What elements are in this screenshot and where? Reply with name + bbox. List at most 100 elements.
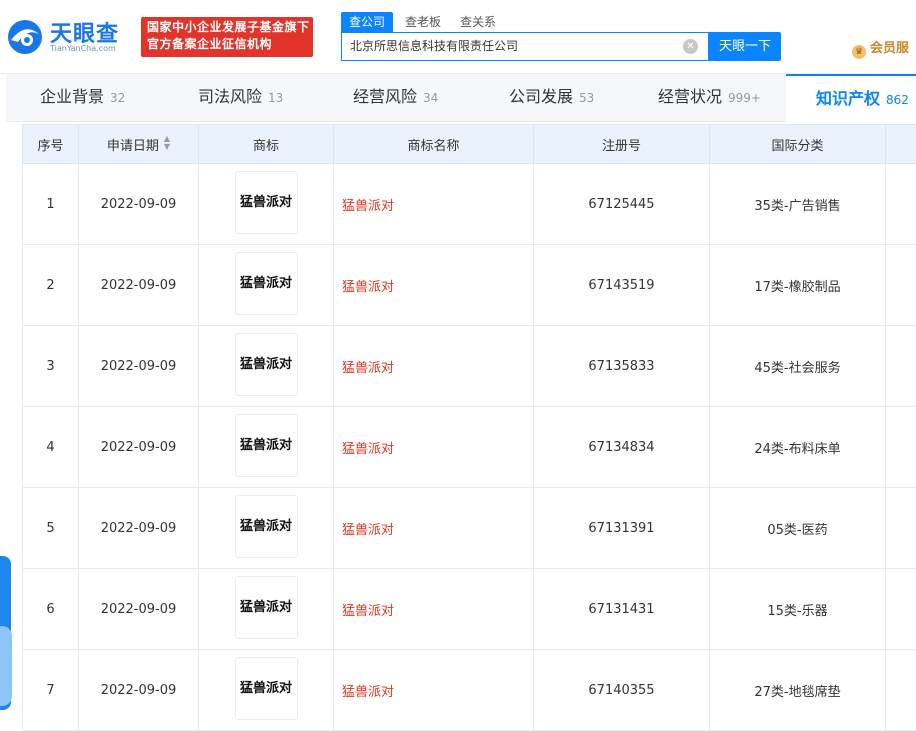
cell-apply-date: 2022-09-09 xyxy=(78,568,199,650)
cell-index: 5 xyxy=(22,487,79,569)
trademark-logo-image[interactable]: 猛兽派对 xyxy=(234,575,298,639)
floating-assistant-icon[interactable] xyxy=(0,626,12,706)
header-apply-date-label: 申请日期 xyxy=(106,138,159,154)
table-row: 3 2022-09-09 猛兽派对 猛兽派对 67135833 45类-社会服务 xyxy=(22,325,916,407)
cell-reg-number: 67143519 xyxy=(533,244,710,326)
cell-intl-class: 24类-布料床单 xyxy=(709,406,886,488)
search-tab-boss[interactable]: 查老板 xyxy=(405,12,441,32)
trademark-logo-image[interactable]: 猛兽派对 xyxy=(234,332,298,396)
header-apply-date[interactable]: 申请日期 ▲ ▼ xyxy=(78,124,199,164)
table-row: 7 2022-09-09 猛兽派对 猛兽派对 67140355 27类-地毯席垫 xyxy=(22,649,916,731)
trademark-name-link[interactable]: 猛兽派对 xyxy=(333,487,534,569)
tab-label: 知识产权 xyxy=(816,89,881,108)
cell-index: 6 xyxy=(22,568,79,650)
header-extra xyxy=(885,124,916,164)
cell-extra xyxy=(885,244,916,326)
trademark-name-link[interactable]: 猛兽派对 xyxy=(333,244,534,326)
cell-extra xyxy=(885,649,916,731)
header-intl-class: 国际分类 xyxy=(709,124,886,164)
tab-count: 53 xyxy=(579,91,595,105)
tab-count: 13 xyxy=(268,91,284,105)
floating-service-tab[interactable] xyxy=(0,556,12,710)
section-nav: 企业背景 32 司法风险 13 经营风险 34 公司发展 53 经营状况 999+ 知识产… xyxy=(6,74,916,122)
cell-extra xyxy=(885,325,916,407)
tab-business-status[interactable]: 经营状况 999+ xyxy=(658,74,761,122)
trademark-logo-image[interactable]: 猛兽派对 xyxy=(234,251,298,315)
cell-reg-number: 67125445 xyxy=(533,163,710,245)
tab-count: 999+ xyxy=(728,91,761,105)
trademark-name-link[interactable]: 猛兽派对 xyxy=(333,406,534,488)
cell-apply-date: 2022-09-09 xyxy=(78,163,199,245)
cell-apply-date: 2022-09-09 xyxy=(78,325,199,407)
cell-reg-number: 67140355 xyxy=(533,649,710,731)
tab-operating-risk[interactable]: 经营风险 34 xyxy=(353,74,438,122)
table-row: 6 2022-09-09 猛兽派对 猛兽派对 67131431 15类-乐器 xyxy=(22,568,916,650)
clear-icon[interactable]: ✕ xyxy=(683,39,698,54)
search-tab-relation[interactable]: 查关系 xyxy=(460,12,496,32)
cell-index: 4 xyxy=(22,406,79,488)
badge-line-2: 官方备案企业征信机构 xyxy=(147,37,273,51)
cell-intl-class: 27类-地毯席垫 xyxy=(709,649,886,731)
trademark-logo-image[interactable]: 猛兽派对 xyxy=(234,494,298,558)
cell-extra xyxy=(885,487,916,569)
table-row: 5 2022-09-09 猛兽派对 猛兽派对 67131391 05类-医药 xyxy=(22,487,916,569)
cell-intl-class: 17类-橡胶制品 xyxy=(709,244,886,326)
trademark-name-link[interactable]: 猛兽派对 xyxy=(333,163,534,245)
cell-trademark-image: 猛兽派对 xyxy=(198,325,334,407)
tianyancha-logo[interactable]: 天眼查 TianYanCha.com xyxy=(6,14,132,58)
trademark-name-link[interactable]: 猛兽派对 xyxy=(333,568,534,650)
badge-line-1: 国家中小企业发展子基金旗下 xyxy=(147,20,310,34)
trademark-table: 序号 申请日期▲ ▼ 商标 商标名称 注册号 国际分类 1 2022-09-09 猛兽… xyxy=(22,124,916,731)
tab-count: 862 xyxy=(886,93,909,107)
search-button[interactable]: 天眼一下 xyxy=(709,32,781,61)
cell-trademark-image: 猛兽派对 xyxy=(198,406,334,488)
cell-extra xyxy=(885,163,916,245)
cell-index: 3 xyxy=(22,325,79,407)
tab-company-background[interactable]: 企业背景 32 xyxy=(40,74,125,122)
trademark-name-link[interactable]: 猛兽派对 xyxy=(333,325,534,407)
cell-reg-number: 67131431 xyxy=(533,568,710,650)
cell-reg-number: 67135833 xyxy=(533,325,710,407)
top-header: 天眼查 TianYanCha.com 国家中小企业发展子基金旗下 官方备案企业征… xyxy=(0,0,916,74)
tab-count: 32 xyxy=(110,91,126,105)
tab-company-development[interactable]: 公司发展 53 xyxy=(509,74,594,122)
table-row: 2 2022-09-09 猛兽派对 猛兽派对 67143519 17类-橡胶制品 xyxy=(22,244,916,326)
header-trademark: 商标 xyxy=(198,124,334,164)
cell-apply-date: 2022-09-09 xyxy=(78,649,199,731)
search-input[interactable]: 北京所思信息科技有限责任公司 ✕ xyxy=(341,32,709,61)
logo-domain: TianYanCha.com xyxy=(50,44,116,53)
trademark-logo-image[interactable]: 猛兽派对 xyxy=(234,413,298,477)
cell-index: 1 xyxy=(22,163,79,245)
vip-service-link[interactable]: ♛ 会员服 xyxy=(852,37,910,59)
tab-label: 经营风险 xyxy=(353,87,418,106)
cell-trademark-image: 猛兽派对 xyxy=(198,244,334,326)
cell-trademark-image: 猛兽派对 xyxy=(198,568,334,650)
table-row: 4 2022-09-09 猛兽派对 猛兽派对 67134834 24类-布料床单 xyxy=(22,406,916,488)
cell-intl-class: 35类-广告销售 xyxy=(709,163,886,245)
trademark-table-container: 序号 申请日期▲ ▼ 商标 商标名称 注册号 国际分类 1 2022-09-09 猛兽… xyxy=(22,124,916,731)
sort-icon[interactable]: ▲ ▼ xyxy=(164,134,170,151)
search-tab-company[interactable]: 查公司 xyxy=(341,12,394,32)
table-header-row: 序号 申请日期 ▲ ▼ 商标 商标名称 注册号 国际分类 xyxy=(22,124,916,164)
header-reg-number: 注册号 xyxy=(533,124,710,164)
tab-judicial-risk[interactable]: 司法风险 13 xyxy=(198,74,283,122)
trademark-name-link[interactable]: 猛兽派对 xyxy=(333,649,534,731)
cell-trademark-image: 猛兽派对 xyxy=(198,163,334,245)
vip-label: 会员服 xyxy=(870,41,910,56)
cell-intl-class: 45类-社会服务 xyxy=(709,325,886,407)
cell-reg-number: 67131391 xyxy=(533,487,710,569)
official-badge: 国家中小企业发展子基金旗下 官方备案企业征信机构 xyxy=(141,17,313,57)
tab-intellectual-property[interactable]: 知识产权 862 xyxy=(786,74,916,122)
tab-label: 司法风险 xyxy=(198,87,263,106)
cell-index: 2 xyxy=(22,244,79,326)
crown-icon: ♛ xyxy=(852,45,866,59)
cell-trademark-image: 猛兽派对 xyxy=(198,649,334,731)
cell-intl-class: 05类-医药 xyxy=(709,487,886,569)
tab-label: 经营状况 xyxy=(658,87,723,106)
cell-intl-class: 15类-乐器 xyxy=(709,568,886,650)
trademark-logo-image[interactable]: 猛兽派对 xyxy=(234,170,298,234)
trademark-logo-image[interactable]: 猛兽派对 xyxy=(234,656,298,720)
table-row: 1 2022-09-09 猛兽派对 猛兽派对 67125445 35类-广告销售 xyxy=(22,163,916,245)
tab-label: 企业背景 xyxy=(40,87,105,106)
search-input-value: 北京所思信息科技有限责任公司 xyxy=(350,39,519,53)
